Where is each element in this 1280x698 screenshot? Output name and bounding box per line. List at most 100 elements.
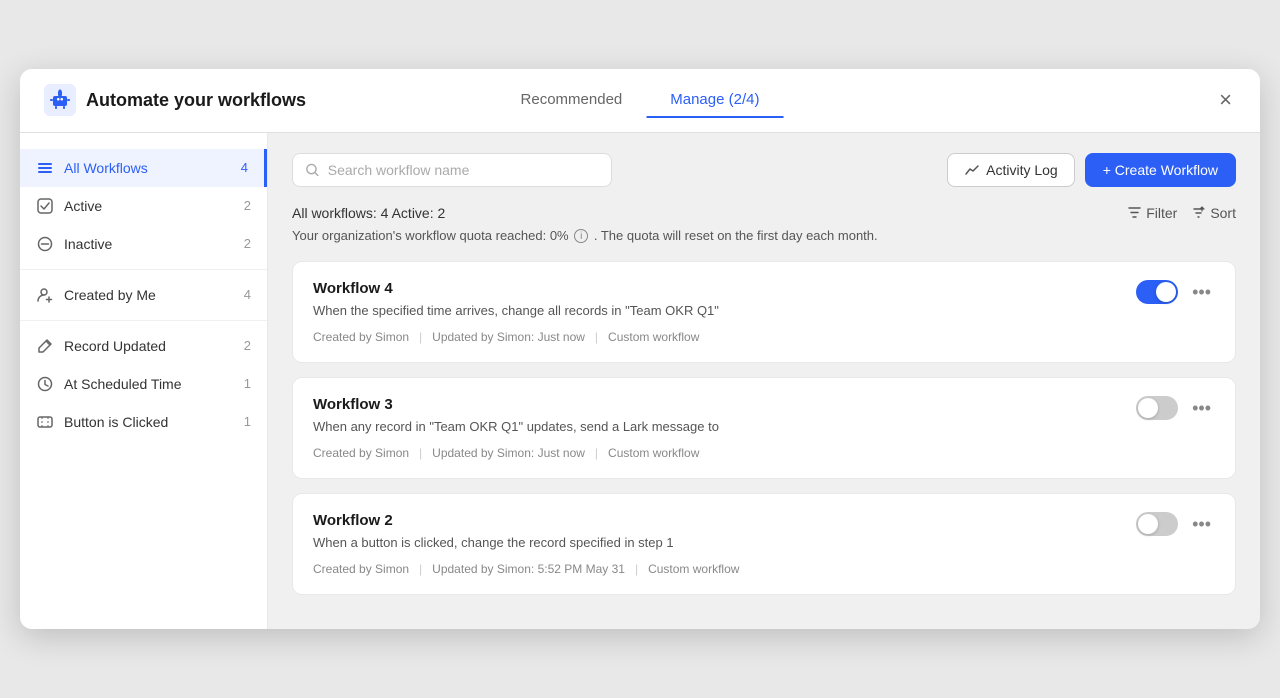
body: All Workflows 4 Active 2 xyxy=(20,133,1260,630)
search-icon xyxy=(305,162,320,178)
meta-sep-3: | xyxy=(419,446,422,460)
filter-button[interactable]: Filter xyxy=(1127,205,1177,221)
sidebar-item-count-at-scheduled-time: 1 xyxy=(244,376,251,391)
workflow-2-type: Custom workflow xyxy=(648,562,739,576)
sidebar-item-inactive[interactable]: Inactive 2 xyxy=(20,225,267,263)
sidebar-item-at-scheduled-time[interactable]: At Scheduled Time 1 xyxy=(20,365,267,403)
search-box xyxy=(292,153,612,187)
sidebar-item-count-record-updated: 2 xyxy=(244,338,251,353)
workflow-3-title: Workflow 3 xyxy=(313,396,1136,413)
workflow-3-updated: Updated by Simon: Just now xyxy=(432,446,585,460)
sidebar-item-all-workflows[interactable]: All Workflows 4 xyxy=(20,149,267,187)
sidebar-item-label-active: Active xyxy=(64,198,234,214)
info-quota: Your organization's workflow quota reach… xyxy=(292,226,1236,246)
sidebar-item-active[interactable]: Active 2 xyxy=(20,187,267,225)
workflow-3-type: Custom workflow xyxy=(608,446,699,460)
info-bar-top: All workflows: 4 Active: 2 Filter xyxy=(292,205,1236,221)
card-top-4: Workflow 4 When the specified time arriv… xyxy=(313,280,1215,344)
workflow-3-desc: When any record in "Team OKR Q1" updates… xyxy=(313,419,1136,434)
robot-icon xyxy=(44,84,76,116)
workflow-2-updated: Updated by Simon: 5:52 PM May 31 xyxy=(432,562,625,576)
activity-log-button[interactable]: Activity Log xyxy=(947,153,1075,187)
header: Automate your workflows Recommended Mana… xyxy=(20,69,1260,133)
sidebar-item-label-record-updated: Record Updated xyxy=(64,338,234,354)
workflow-4-desc: When the specified time arrives, change … xyxy=(313,303,1136,318)
sort-label: Sort xyxy=(1210,205,1236,221)
workflow-2-meta: Created by Simon | Updated by Simon: 5:5… xyxy=(313,562,1136,576)
workflow-card-2: Workflow 2 When a button is clicked, cha… xyxy=(292,493,1236,595)
activity-icon xyxy=(964,162,980,178)
workflow-3-meta: Created by Simon | Updated by Simon: Jus… xyxy=(313,446,1136,460)
modal-container: Automate your workflows Recommended Mana… xyxy=(20,69,1260,630)
card-actions-4: ••• xyxy=(1136,280,1215,304)
info-quota-icon: i xyxy=(574,229,588,243)
toolbar: Activity Log + Create Workflow xyxy=(292,153,1236,187)
meta-sep-6: | xyxy=(635,562,638,576)
workflow-3-toggle[interactable] xyxy=(1136,396,1178,420)
tab-recommended[interactable]: Recommended xyxy=(497,83,647,118)
info-filter-sort: Filter Sort xyxy=(1127,205,1236,221)
activity-log-label: Activity Log xyxy=(986,162,1058,178)
workflow-2-desc: When a button is clicked, change the rec… xyxy=(313,535,1136,550)
meta-sep-4: | xyxy=(595,446,598,460)
meta-sep-1: | xyxy=(419,330,422,344)
sidebar-item-button-is-clicked[interactable]: Button is Clicked 1 xyxy=(20,403,267,441)
workflow-3-more-button[interactable]: ••• xyxy=(1188,397,1215,419)
sort-button[interactable]: Sort xyxy=(1191,205,1236,221)
sort-icon xyxy=(1191,205,1206,220)
sidebar-item-count-inactive: 2 xyxy=(244,236,251,251)
workflow-4-meta: Created by Simon | Updated by Simon: Jus… xyxy=(313,330,1136,344)
sidebar-divider-2 xyxy=(20,320,267,321)
sidebar-item-record-updated[interactable]: Record Updated 2 xyxy=(20,327,267,365)
sidebar: All Workflows 4 Active 2 xyxy=(20,133,268,630)
search-input[interactable] xyxy=(328,162,599,178)
workflow-4-created: Created by Simon xyxy=(313,330,409,344)
sidebar-item-count-button-is-clicked: 1 xyxy=(244,414,251,429)
cursor-icon xyxy=(36,413,54,431)
workflow-2-more-button[interactable]: ••• xyxy=(1188,513,1215,535)
filter-icon xyxy=(1127,205,1142,220)
workflow-2-created: Created by Simon xyxy=(313,562,409,576)
workflow-4-title: Workflow 4 xyxy=(313,280,1136,297)
checkbox-icon xyxy=(36,197,54,215)
circle-minus-icon xyxy=(36,235,54,253)
card-content-3: Workflow 3 When any record in "Team OKR … xyxy=(313,396,1136,460)
sidebar-item-label-created-by-me: Created by Me xyxy=(64,287,234,303)
clock-icon xyxy=(36,375,54,393)
workflow-2-toggle[interactable] xyxy=(1136,512,1178,536)
main-content: Activity Log + Create Workflow All workf… xyxy=(268,133,1260,630)
create-workflow-button[interactable]: + Create Workflow xyxy=(1085,153,1236,187)
sidebar-item-count-created-by-me: 4 xyxy=(244,287,251,302)
card-content-4: Workflow 4 When the specified time arriv… xyxy=(313,280,1136,344)
sidebar-item-label-inactive: Inactive xyxy=(64,236,234,252)
filter-label: Filter xyxy=(1146,205,1177,221)
info-summary: All workflows: 4 Active: 2 xyxy=(292,205,445,221)
sidebar-item-label-button-is-clicked: Button is Clicked xyxy=(64,414,234,430)
close-button[interactable]: × xyxy=(1215,85,1236,115)
header-tabs: Recommended Manage (2/4) xyxy=(497,83,784,118)
card-top-2: Workflow 2 When a button is clicked, cha… xyxy=(313,512,1215,576)
meta-sep-5: | xyxy=(419,562,422,576)
person-plus-icon xyxy=(36,286,54,304)
sidebar-item-created-by-me[interactable]: Created by Me 4 xyxy=(20,276,267,314)
workflow-card-4: Workflow 4 When the specified time arriv… xyxy=(292,261,1236,363)
workflow-4-more-button[interactable]: ••• xyxy=(1188,281,1215,303)
sidebar-item-count-active: 2 xyxy=(244,198,251,213)
workflow-3-created: Created by Simon xyxy=(313,446,409,460)
workflow-2-title: Workflow 2 xyxy=(313,512,1136,529)
create-workflow-label: + Create Workflow xyxy=(1103,162,1218,178)
workflow-4-type: Custom workflow xyxy=(608,330,699,344)
pencil-icon xyxy=(36,337,54,355)
tab-manage[interactable]: Manage (2/4) xyxy=(646,83,783,118)
card-actions-3: ••• xyxy=(1136,396,1215,420)
workflow-4-updated: Updated by Simon: Just now xyxy=(432,330,585,344)
card-top-3: Workflow 3 When any record in "Team OKR … xyxy=(313,396,1215,460)
quota-suffix: . The quota will reset on the first day … xyxy=(594,228,878,243)
card-actions-2: ••• xyxy=(1136,512,1215,536)
workflow-list: Workflow 4 When the specified time arriv… xyxy=(292,261,1236,595)
menu-icon xyxy=(36,159,54,177)
sidebar-item-count-all-workflows: 4 xyxy=(241,160,248,175)
quota-text: Your organization's workflow quota reach… xyxy=(292,228,569,243)
workflow-4-toggle[interactable] xyxy=(1136,280,1178,304)
sidebar-item-label-at-scheduled-time: At Scheduled Time xyxy=(64,376,234,392)
